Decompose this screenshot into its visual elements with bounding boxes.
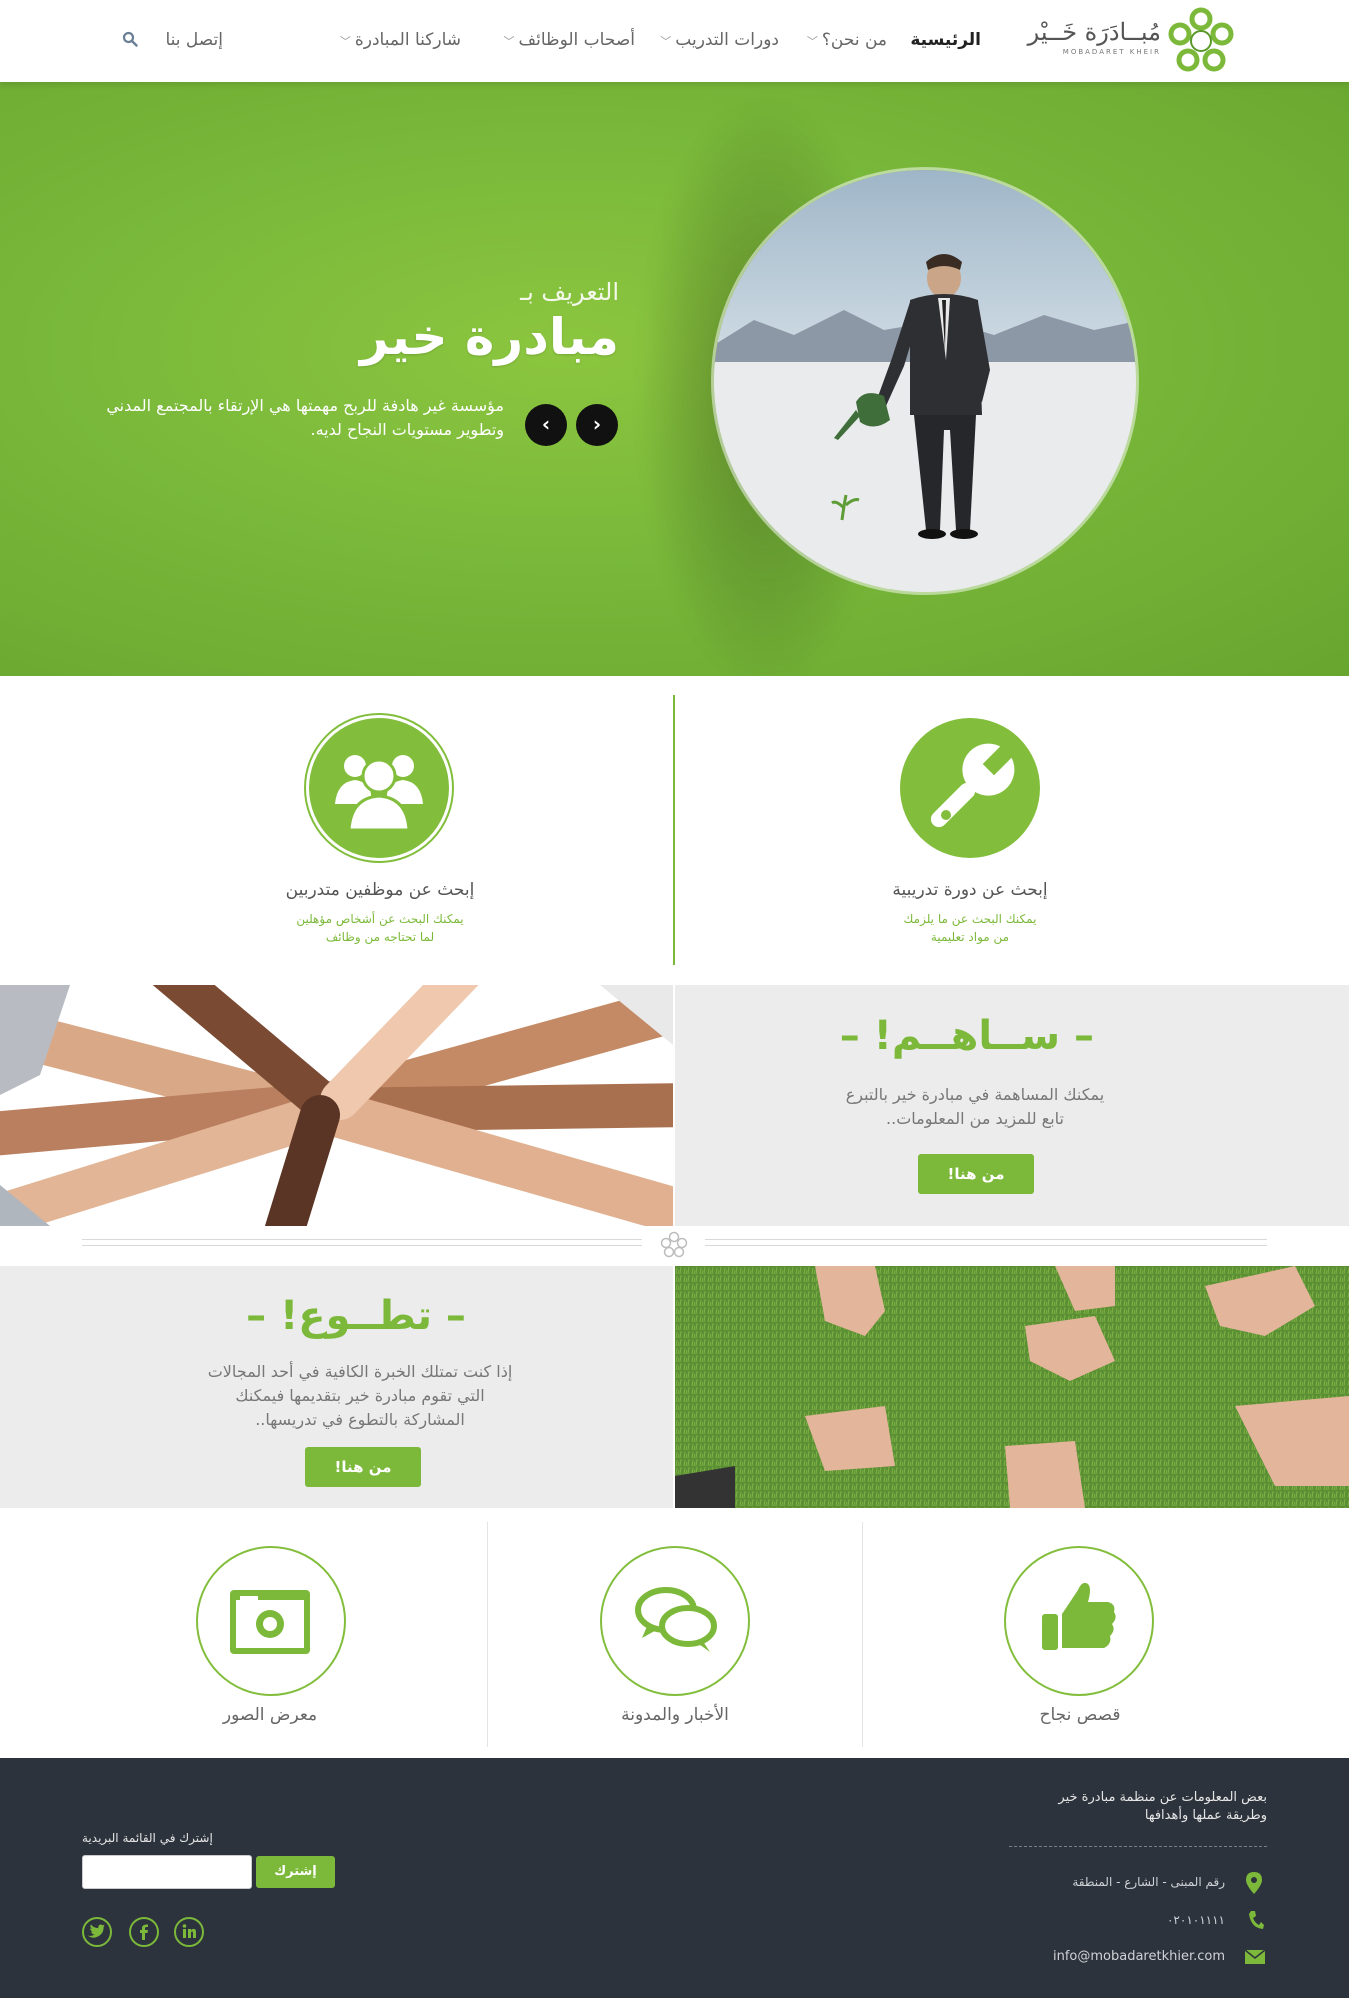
thumbs-up-icon bbox=[1042, 1582, 1116, 1650]
volunteer-line-1: إذا كنت تمتلك الخبرة الكافية في أحد المج… bbox=[207, 1362, 513, 1381]
logo-english: MOBADARET KHEIR bbox=[1062, 48, 1161, 56]
logo-arabic: مُبــادَرَة خَــيْر bbox=[1027, 18, 1161, 46]
nav-share[interactable]: شاركنا المبادرة﹀ bbox=[340, 30, 461, 50]
nav-home[interactable]: الرئيسية bbox=[910, 30, 981, 50]
news-blog-ring[interactable] bbox=[600, 1546, 750, 1696]
feature-separator-1 bbox=[487, 1522, 488, 1747]
divider-line-right-2 bbox=[705, 1245, 1267, 1246]
chevron-down-icon: ﹀ bbox=[660, 35, 672, 48]
search-employees-desc-1: يمكنك البحث عن أشخاص مؤهلين bbox=[296, 912, 464, 926]
nav-courses-label: دورات التدريب bbox=[675, 30, 779, 50]
footer-about-line-1: بعض المعلومات عن منظمة مبادرة خير bbox=[1058, 1790, 1267, 1805]
contribute-button[interactable]: من هنا! bbox=[918, 1154, 1034, 1194]
search-course-title[interactable]: إبحث عن دورة تدريبية bbox=[860, 880, 1080, 900]
volunteer-title: – تطــوع! – bbox=[246, 1293, 466, 1339]
hero-description: مؤسسة غير هادفة للربح مهمتها هي الإرتقاء… bbox=[106, 396, 504, 439]
volunteer-button[interactable]: من هنا! bbox=[305, 1447, 421, 1487]
hero-photo-man-watering-plant bbox=[711, 167, 1139, 595]
nav-employers-label: أصحاب الوظائف bbox=[518, 30, 635, 50]
logo-wordmark[interactable]: مُبــادَرَة خَــيْر MOBADARET KHEIR bbox=[1028, 18, 1161, 56]
hero-title: مبادرة خير bbox=[359, 308, 619, 366]
nav-employers[interactable]: أصحاب الوظائف﹀ bbox=[504, 30, 635, 50]
chevron-down-icon: ﹀ bbox=[503, 35, 515, 48]
volunteer-line-3: المشاركة بالتطوع في تدريسها.. bbox=[255, 1410, 465, 1429]
nav-about-label: من نحن؟ bbox=[821, 30, 887, 50]
slider-prev-arrow[interactable]: ‹ bbox=[525, 404, 567, 446]
logo-icon[interactable] bbox=[1166, 6, 1236, 76]
footer-about-line-2: وطريقة عملها وأهدافها bbox=[1144, 1808, 1267, 1823]
wrench-icon[interactable] bbox=[900, 718, 1040, 858]
chevron-down-icon: ﹀ bbox=[806, 35, 818, 48]
hero-slider: التعريف بـ مبادرة خير مؤسسة غير هادفة لل… bbox=[0, 82, 1349, 676]
subscribe-button[interactable]: إشترك bbox=[256, 1856, 335, 1888]
nav-share-label: شاركنا المبادرة bbox=[354, 30, 461, 50]
slider-next-arrow[interactable]: › bbox=[576, 404, 618, 446]
search-course-desc-2: من مواد تعليمية bbox=[930, 930, 1010, 944]
newsletter-label: إشترك في القائمة البريدية bbox=[82, 1831, 213, 1845]
phone-icon bbox=[1249, 1911, 1264, 1929]
footer-phone: ٠٢٠١٠١١١١ bbox=[1166, 1913, 1225, 1927]
footer-address: رقم المبنى - الشارع - المنطقة bbox=[1072, 1875, 1225, 1889]
news-blog-label[interactable]: الأخبار والمدونة bbox=[575, 1705, 775, 1725]
twitter-icon[interactable] bbox=[82, 1917, 112, 1947]
chevron-down-icon: ﹀ bbox=[339, 35, 351, 48]
hero-subtitle: التعريف بـ bbox=[520, 278, 619, 306]
linkedin-icon[interactable] bbox=[174, 1917, 204, 1947]
nav-about[interactable]: من نحن؟﹀ bbox=[807, 30, 887, 50]
success-stories-ring[interactable] bbox=[1004, 1546, 1154, 1696]
search-icon[interactable] bbox=[122, 31, 138, 47]
location-pin-icon bbox=[1246, 1872, 1262, 1894]
search-course-desc-1: يمكنك البحث عن ما يلزمك bbox=[903, 912, 1037, 926]
footer-dashed-divider bbox=[1009, 1846, 1267, 1847]
footer-email[interactable]: info@mobadaretkhier.com bbox=[1053, 1949, 1225, 1964]
divider-ornament-icon bbox=[660, 1231, 688, 1258]
search-employees-title[interactable]: إبحث عن موظفين متدربين bbox=[260, 880, 500, 900]
chat-bubbles-icon bbox=[635, 1587, 717, 1652]
contribute-line-2: تابع للمزيد من المعلومات.. bbox=[886, 1109, 1064, 1128]
feature-separator-2 bbox=[862, 1522, 863, 1747]
photo-stacked-hands bbox=[0, 985, 673, 1226]
nav-courses[interactable]: دورات التدريب﹀ bbox=[660, 30, 779, 50]
search-blocks-divider bbox=[673, 695, 675, 965]
envelope-icon bbox=[1245, 1950, 1265, 1964]
nav-contact[interactable]: إتصل بنا bbox=[165, 30, 223, 50]
divider-line-right bbox=[705, 1239, 1267, 1240]
volunteer-line-2: التي تقوم مبادرة خير بتقديمها فيمكنك bbox=[235, 1386, 485, 1405]
search-employees-desc-2: لما تحتاجه من وظائف bbox=[325, 930, 435, 944]
newsletter-email-input[interactable] bbox=[82, 1855, 252, 1889]
success-stories-label[interactable]: قصص نجاح bbox=[980, 1705, 1180, 1725]
users-group-icon[interactable] bbox=[309, 718, 449, 858]
camera-icon bbox=[230, 1590, 310, 1654]
photo-gallery-ring[interactable] bbox=[196, 1546, 346, 1696]
divider-line-left bbox=[82, 1239, 642, 1240]
photo-gallery-label[interactable]: معرض الصور bbox=[170, 1705, 370, 1725]
facebook-icon[interactable] bbox=[129, 1917, 159, 1947]
top-navbar: مُبــادَرَة خَــيْر MOBADARET KHEIR الرئ… bbox=[0, 0, 1349, 82]
contribute-line-1: يمكنك المساهمة في مبادرة خير بالتبرع bbox=[845, 1085, 1105, 1104]
photo-hands-on-grass bbox=[675, 1266, 1349, 1508]
contribute-title: – ســاهــم! – bbox=[839, 1013, 1094, 1059]
divider-line-left-2 bbox=[82, 1245, 642, 1246]
